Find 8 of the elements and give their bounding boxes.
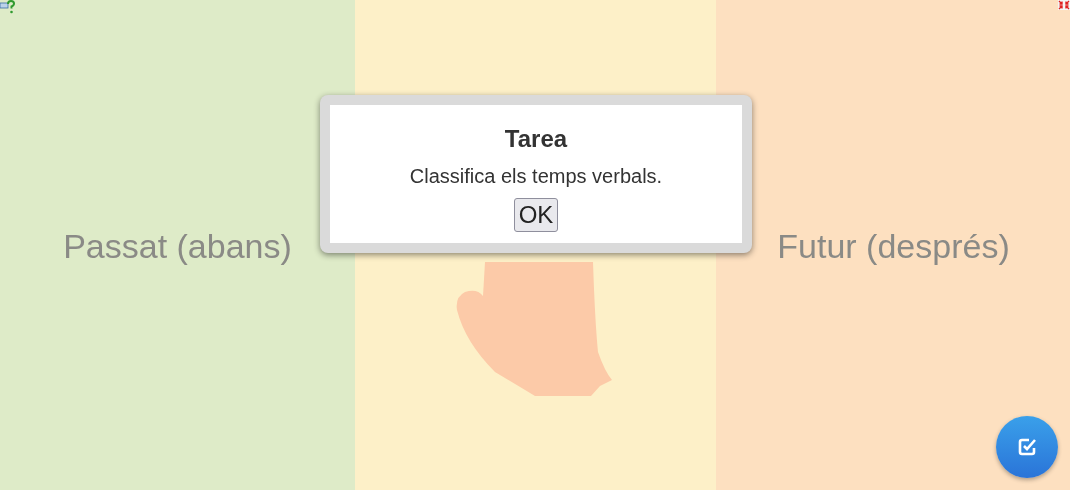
help-icon[interactable]	[0, 0, 16, 14]
dialog-message: Classifica els temps verbals.	[409, 165, 663, 188]
fullscreen-icon[interactable]	[1058, 0, 1070, 10]
dialog-title: Tarea	[504, 125, 568, 153]
ok-button[interactable]: OK	[513, 198, 559, 232]
checkbox-icon	[1017, 437, 1037, 457]
column-label: Futur (després)	[777, 226, 1010, 266]
column-label: Passat (abans)	[63, 226, 292, 266]
